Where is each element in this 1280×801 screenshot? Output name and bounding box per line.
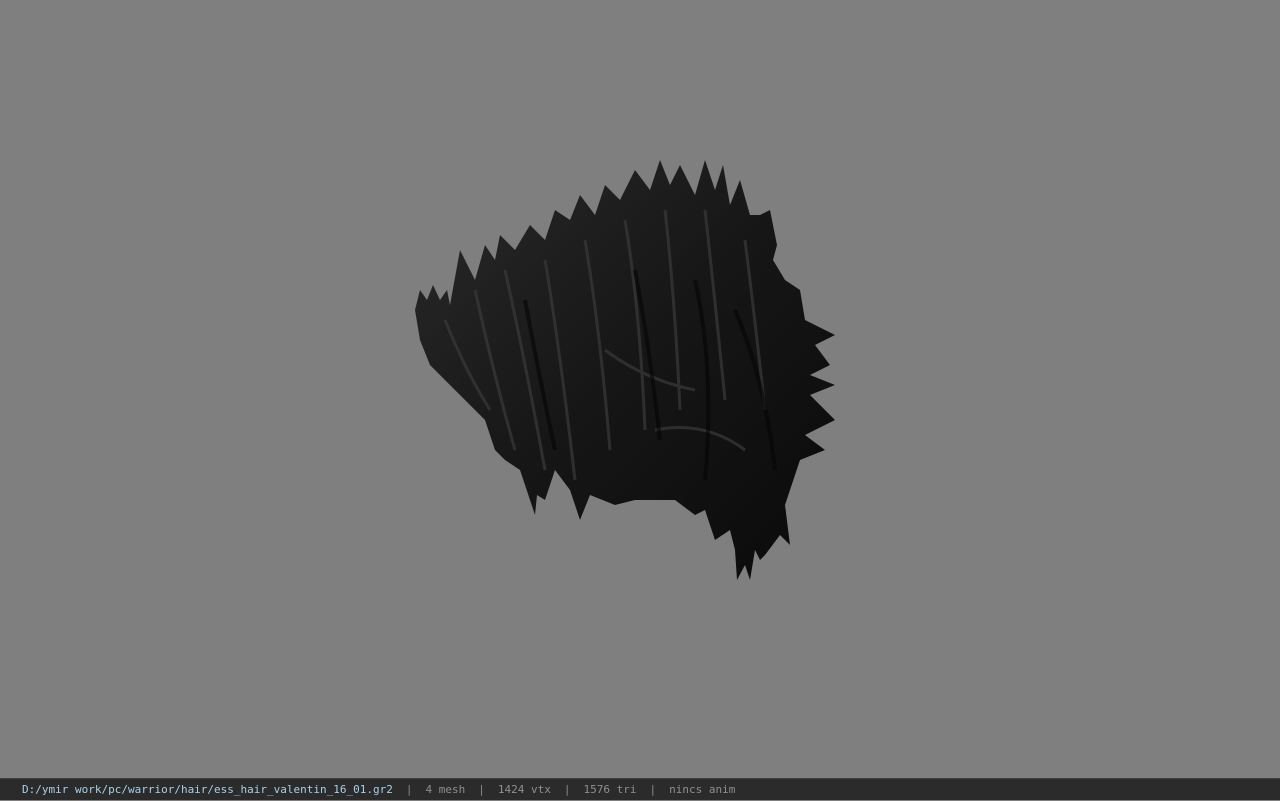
3d-viewport[interactable] — [0, 0, 1280, 778]
separator: | — [649, 782, 657, 796]
file-path: D:/ymir work/pc/warrior/hair/ess_hair_va… — [22, 782, 393, 796]
separator: | — [478, 782, 485, 796]
vertex-count: 1424 vtx — [497, 782, 551, 796]
separator: | — [405, 782, 413, 796]
separator: | — [563, 782, 571, 796]
status-bar: D:/ymir work/pc/warrior/hair/ess_hair_va… — [0, 778, 1280, 800]
triangle-count: 1576 tri — [583, 782, 637, 796]
hair-model — [415, 160, 835, 580]
animation-status: nincs anim — [669, 782, 736, 796]
mesh-count: 4 mesh — [425, 782, 466, 796]
